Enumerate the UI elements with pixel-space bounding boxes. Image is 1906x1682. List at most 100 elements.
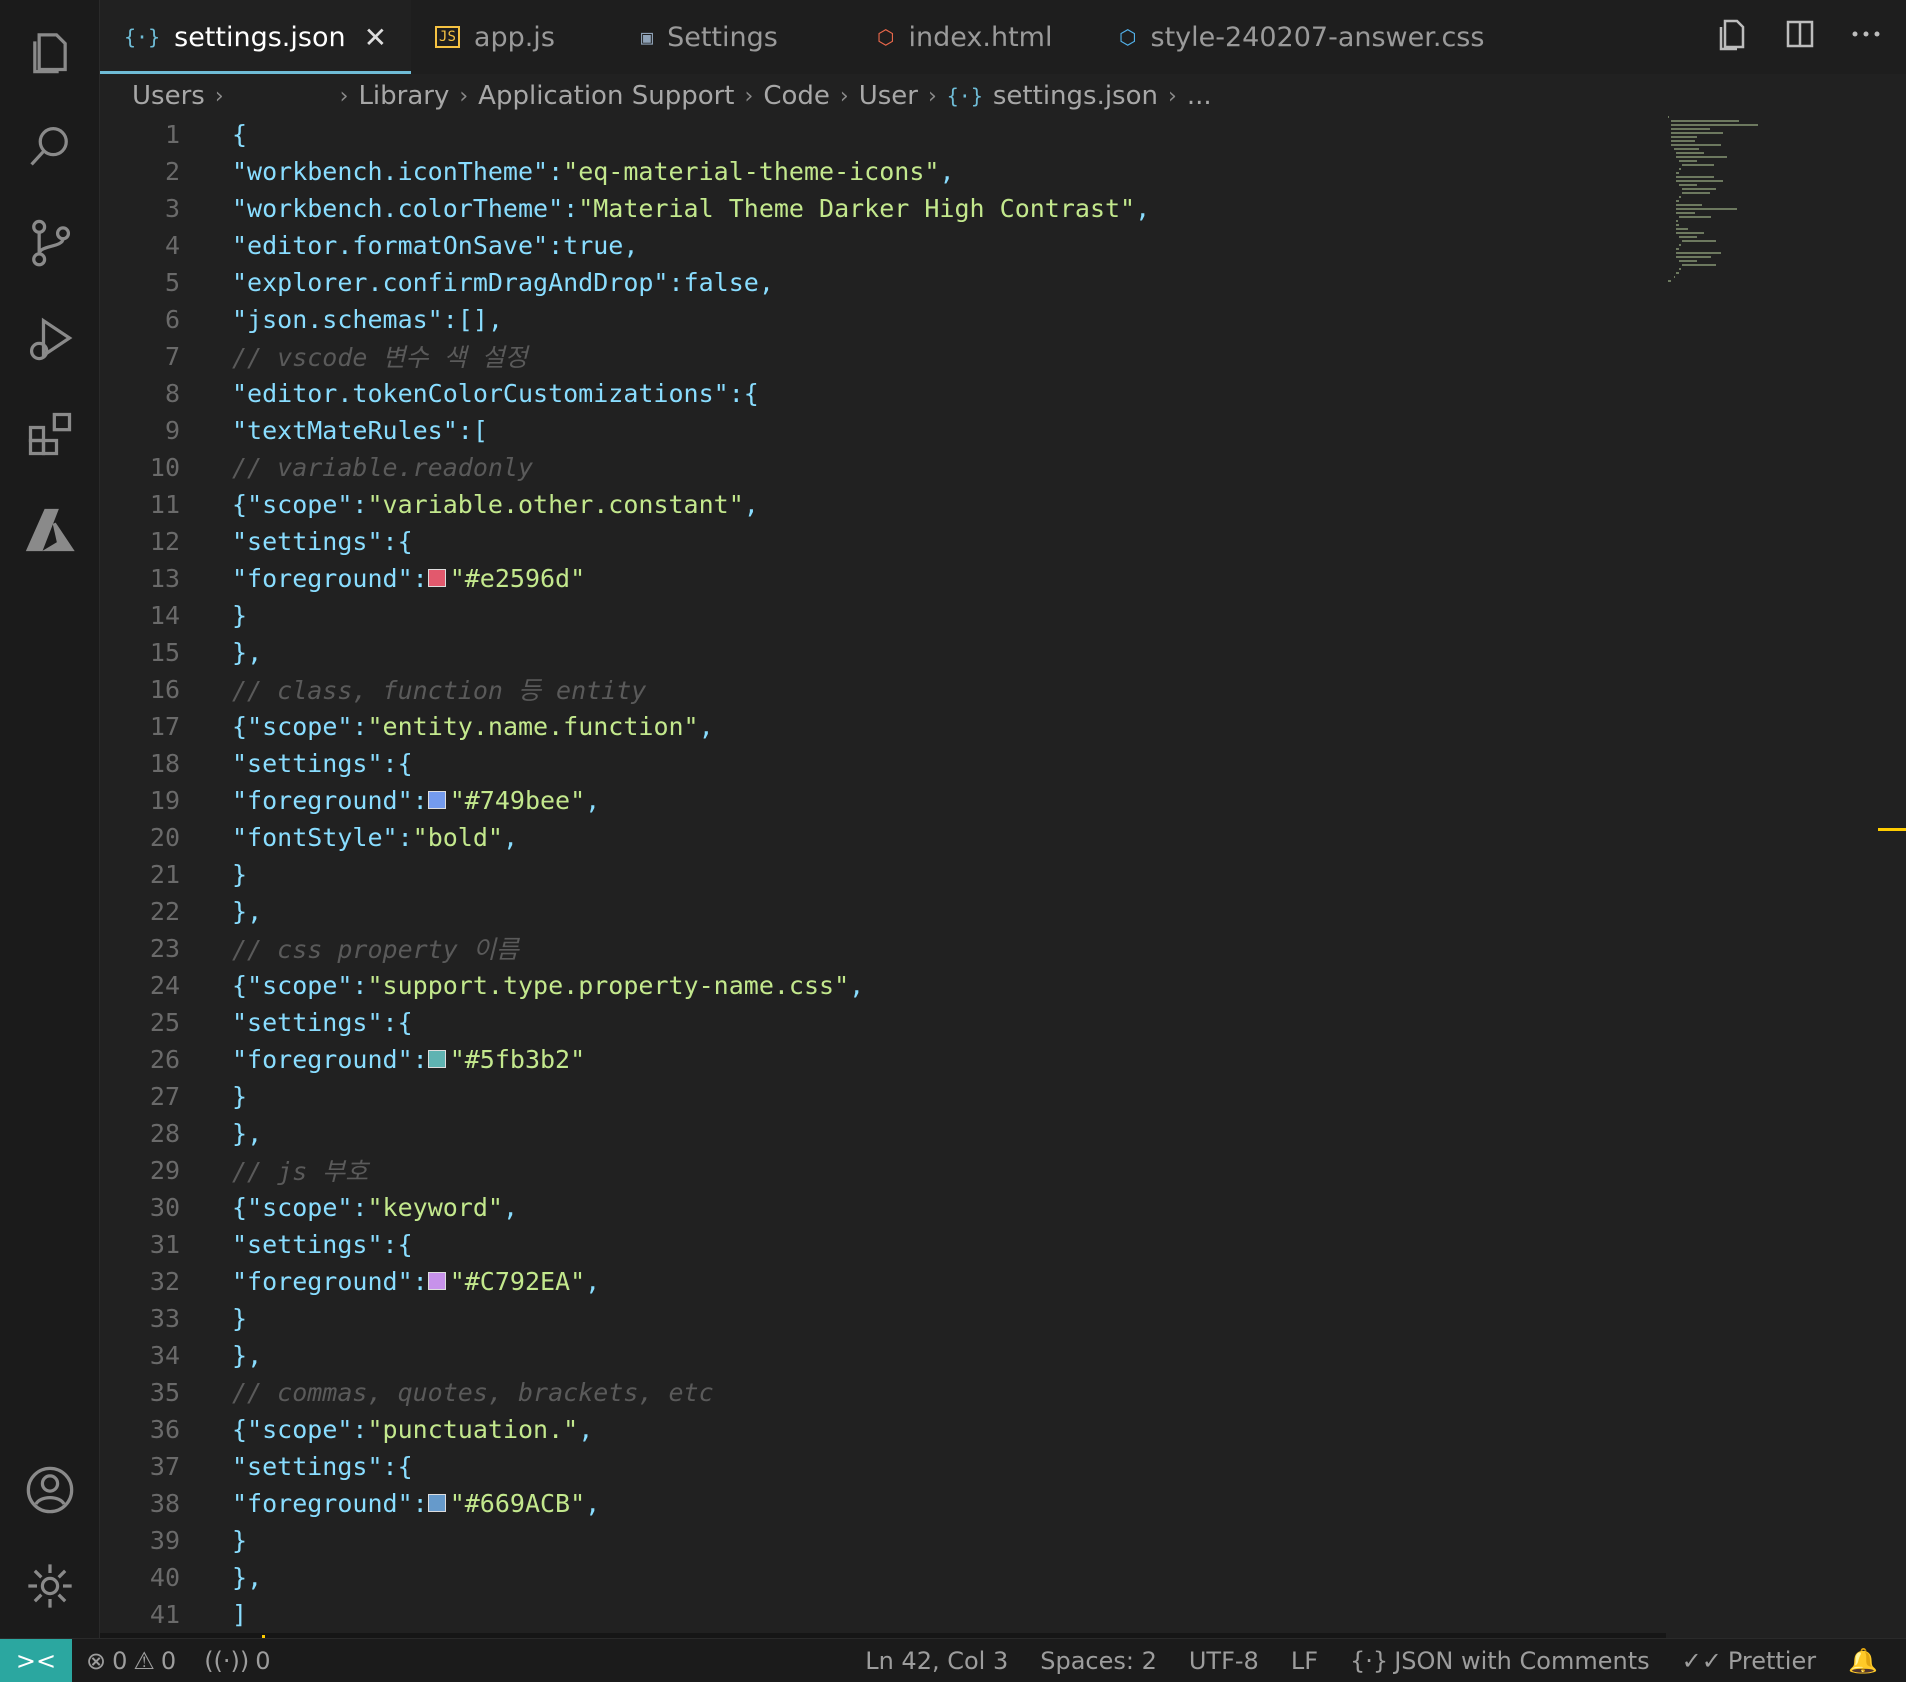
code-line[interactable]: 24 {"scope": "support.type.property-name… (100, 967, 1666, 1003)
code-line[interactable]: 5 "explorer.confirmDragAndDrop": false, (100, 264, 1666, 300)
code-line[interactable]: 35 // commas, quotes, brackets, etc (100, 1374, 1666, 1410)
bell-icon[interactable]: 🔔 (1834, 1647, 1892, 1675)
code-line[interactable]: 30 {"scope": "keyword", (100, 1189, 1666, 1225)
code-line[interactable]: 25 "settings": { (100, 1004, 1666, 1040)
code-line[interactable]: 40 }, (100, 1559, 1666, 1595)
line-number: 17 (149, 711, 180, 741)
encoding[interactable]: UTF-8 (1175, 1647, 1273, 1675)
code-line[interactable]: 6 "json.schemas": [], (100, 301, 1666, 337)
minimap-line (1670, 120, 1740, 122)
minimap[interactable] (1668, 116, 1778, 296)
line-number: 34 (149, 1340, 180, 1370)
account-icon[interactable] (22, 1462, 78, 1518)
code-line[interactable]: 7 // vscode 변수 색 설정 (100, 338, 1666, 374)
code-line[interactable]: 29 // js 부호 (100, 1152, 1666, 1188)
code-line[interactable]: 33 } (100, 1300, 1666, 1336)
code-line[interactable]: 36 {"scope": "punctuation.", (100, 1411, 1666, 1447)
line-number: 7 (164, 341, 180, 371)
code-text: // variable.readonly (232, 452, 534, 482)
open-changes-icon[interactable] (1714, 14, 1754, 54)
code-line[interactable]: 22 }, (100, 893, 1666, 929)
code-line[interactable]: 3 "workbench.colorTheme": "Material Them… (100, 190, 1666, 226)
color-swatch[interactable] (427, 1272, 446, 1290)
tab-settings[interactable]: ▣ Settings (617, 0, 853, 74)
code-line[interactable]: 39 } (100, 1522, 1666, 1558)
code-editor[interactable]: 1{2 "workbench.iconTheme": "eq-material-… (100, 116, 1666, 1638)
minimap-line (1676, 228, 1688, 230)
code-line[interactable]: 12 "settings": { (100, 523, 1666, 559)
close-icon[interactable]: ✕ (364, 21, 387, 54)
language-mode[interactable]: {·} JSON with Comments (1336, 1647, 1664, 1675)
code-line[interactable]: 13 "foreground": "#e2596d" (100, 560, 1666, 596)
code-line[interactable]: 2 "workbench.iconTheme": "eq-material-th… (100, 153, 1666, 189)
breadcrumb-item[interactable]: Users (132, 81, 205, 111)
code-text: "textMateRules": [ (232, 415, 488, 445)
end-of-line[interactable]: LF (1277, 1647, 1332, 1675)
code-text: } (232, 1303, 248, 1333)
minimap-line (1676, 200, 1680, 202)
code-line[interactable]: 11 {"scope": "variable.other.constant", (100, 486, 1666, 522)
breadcrumb-item[interactable]: Library (358, 81, 449, 111)
code-text: {"scope": "support.type.property-name.cs… (232, 970, 865, 1000)
ports-indicator[interactable]: ((·)) 0 (190, 1647, 284, 1675)
remote-indicator-icon[interactable]: >< (0, 1638, 72, 1682)
breadcrumb-item[interactable]: ... (1187, 81, 1212, 111)
breadcrumb-item[interactable]: Application Support (478, 81, 734, 111)
code-line[interactable]: 14 } (100, 597, 1666, 633)
code-line[interactable]: 17 {"scope": "entity.name.function", (100, 708, 1666, 744)
prettier-status[interactable]: ✓✓ Prettier (1668, 1647, 1831, 1675)
minimap-line (1682, 240, 1716, 242)
tab-settings-json[interactable]: {·} settings.json ✕ (100, 0, 412, 74)
breadcrumb-item[interactable]: Code (763, 81, 830, 111)
code-line[interactable]: 10 // variable.readonly (100, 449, 1666, 485)
code-line[interactable]: 15 }, (100, 634, 1666, 670)
code-line[interactable]: 41 ] (100, 1596, 1666, 1632)
search-icon[interactable] (22, 118, 78, 174)
code-text: // js 부호 (232, 1157, 369, 1186)
code-text: "settings": { (232, 526, 413, 556)
color-swatch[interactable] (427, 569, 446, 587)
code-line[interactable]: 28 }, (100, 1115, 1666, 1151)
code-line[interactable]: 21 } (100, 856, 1666, 892)
code-line[interactable]: 16 // class, function 등 entity (100, 671, 1666, 707)
cursor-position[interactable]: Ln 42, Col 3 (851, 1647, 1022, 1675)
code-line[interactable]: 19 "foreground": "#749bee", (100, 782, 1666, 818)
color-swatch[interactable] (427, 1050, 446, 1068)
code-line[interactable]: 38 "foreground": "#669ACB", (100, 1485, 1666, 1521)
tab-app-js[interactable]: JS app.js (411, 0, 617, 74)
code-line[interactable]: 37 "settings": { (100, 1448, 1666, 1484)
code-line[interactable]: 32 "foreground": "#C792EA", (100, 1263, 1666, 1299)
tab-style-css[interactable]: ⬡ style-240207-answer.css (1095, 0, 1508, 74)
code-line[interactable]: 23 // css property 이름 (100, 930, 1666, 966)
code-line[interactable]: 31 "settings": { (100, 1226, 1666, 1262)
code-line[interactable]: 34 }, (100, 1337, 1666, 1373)
line-number: 10 (149, 452, 180, 482)
code-text: // class, function 등 entity (232, 676, 647, 705)
code-line[interactable]: 26 "foreground": "#5fb3b2" (100, 1041, 1666, 1077)
color-swatch[interactable] (427, 791, 446, 809)
tab-index-html[interactable]: ⬡ index.html (853, 0, 1095, 74)
line-number: 15 (149, 637, 180, 667)
code-line[interactable]: 27 } (100, 1078, 1666, 1114)
run-debug-icon[interactable] (22, 310, 78, 366)
azure-icon[interactable] (22, 502, 78, 558)
source-control-icon[interactable] (22, 214, 78, 270)
extensions-icon[interactable] (22, 406, 78, 462)
files-icon[interactable] (22, 22, 78, 78)
code-line[interactable]: 8 "editor.tokenColorCustomizations": { (100, 375, 1666, 411)
minimap-line (1682, 164, 1715, 166)
code-line[interactable]: 9 "textMateRules": [ (100, 412, 1666, 448)
split-editor-icon[interactable] (1780, 14, 1820, 54)
gear-icon[interactable] (22, 1558, 78, 1614)
breadcrumb-item[interactable]: User (859, 81, 918, 111)
color-swatch[interactable] (427, 1494, 446, 1512)
code-line[interactable]: 18 "settings": { (100, 745, 1666, 781)
code-line[interactable]: 20 "fontStyle": "bold", (100, 819, 1666, 855)
code-line[interactable]: 4 "editor.formatOnSave": true, (100, 227, 1666, 263)
css-file-icon: ⬡ (1119, 25, 1137, 49)
breadcrumb-item[interactable]: settings.json (993, 81, 1158, 111)
indentation[interactable]: Spaces: 2 (1026, 1647, 1171, 1675)
problems-indicator[interactable]: ⊗ 0 ⚠ 0 (72, 1647, 190, 1675)
more-actions-icon[interactable] (1846, 14, 1886, 54)
code-line[interactable]: 1{ (100, 116, 1666, 152)
